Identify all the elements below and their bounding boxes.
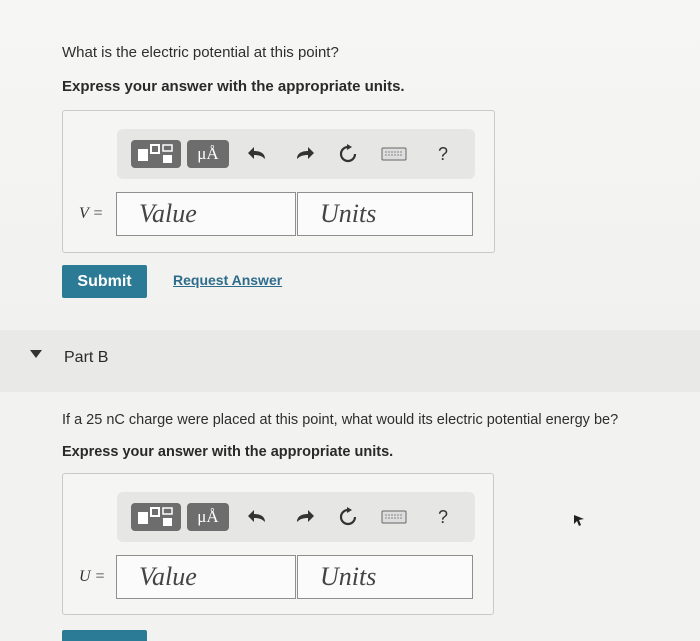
redo-icon[interactable] [291, 503, 317, 531]
part-a-question: What is the electric potential at this p… [62, 44, 339, 61]
templates-icon[interactable] [131, 503, 181, 531]
units-icon[interactable]: μÅ [187, 503, 229, 531]
part-a-toolbar: μÅ ? [117, 129, 475, 179]
keyboard-icon[interactable] [379, 503, 409, 531]
units-icon[interactable]: μÅ [187, 140, 229, 168]
value-input[interactable]: Value [116, 192, 296, 236]
undo-icon[interactable] [245, 503, 271, 531]
units-input[interactable]: Units [297, 192, 473, 236]
submit-button[interactable]: Submit [62, 265, 147, 298]
redo-icon[interactable] [291, 140, 317, 168]
value-input[interactable]: Value [116, 555, 296, 599]
keyboard-icon[interactable] [379, 140, 409, 168]
voltage-variable-label: V = [79, 205, 104, 222]
collapse-triangle-icon[interactable] [30, 350, 42, 358]
part-b-toolbar: μÅ ? [117, 492, 475, 542]
undo-icon[interactable] [245, 140, 271, 168]
part-b-submit-button-partial[interactable] [62, 630, 147, 641]
part-b-instruction: Express your answer with the appropriate… [62, 444, 394, 460]
request-answer-link[interactable]: Request Answer [173, 272, 282, 288]
cursor-icon [572, 513, 586, 532]
energy-variable-label: U = [79, 568, 106, 585]
reset-icon[interactable] [335, 140, 361, 168]
part-b-answer-box: μÅ ? U = Value Units [62, 473, 494, 615]
part-a-answer-box: μÅ ? V = Value Units [62, 110, 495, 253]
help-icon[interactable]: ? [433, 140, 453, 168]
part-b-question: If a 25 nC charge were placed at this po… [62, 412, 619, 428]
reset-icon[interactable] [335, 503, 361, 531]
mastering-physics-page: What is the electric potential at this p… [0, 0, 700, 641]
part-b-title[interactable]: Part B [64, 349, 108, 367]
help-icon[interactable]: ? [433, 503, 453, 531]
part-a-instruction: Express your answer with the appropriate… [62, 78, 405, 95]
units-input[interactable]: Units [297, 555, 473, 599]
templates-icon[interactable] [131, 140, 181, 168]
